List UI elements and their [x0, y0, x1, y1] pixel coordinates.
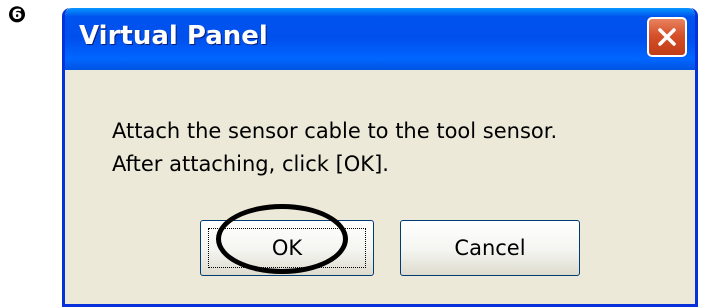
virtual-panel-dialog: Virtual Panel Attach the sensor cable to…: [62, 8, 698, 307]
close-button[interactable]: [647, 17, 687, 57]
cancel-button[interactable]: Cancel: [400, 220, 580, 276]
step-number-marker: ❻: [7, 2, 27, 28]
window-title: Virtual Panel: [79, 21, 268, 51]
title-bar[interactable]: Virtual Panel: [65, 8, 695, 70]
dialog-message: Attach the sensor cable to the tool sens…: [112, 115, 557, 181]
close-x-icon: [658, 28, 676, 46]
message-line-2: After attaching, click [OK].: [112, 152, 389, 176]
cancel-button-label: Cancel: [454, 236, 526, 260]
message-line-1: Attach the sensor cable to the tool sens…: [112, 119, 558, 143]
ok-highlight-circle: [216, 204, 348, 274]
